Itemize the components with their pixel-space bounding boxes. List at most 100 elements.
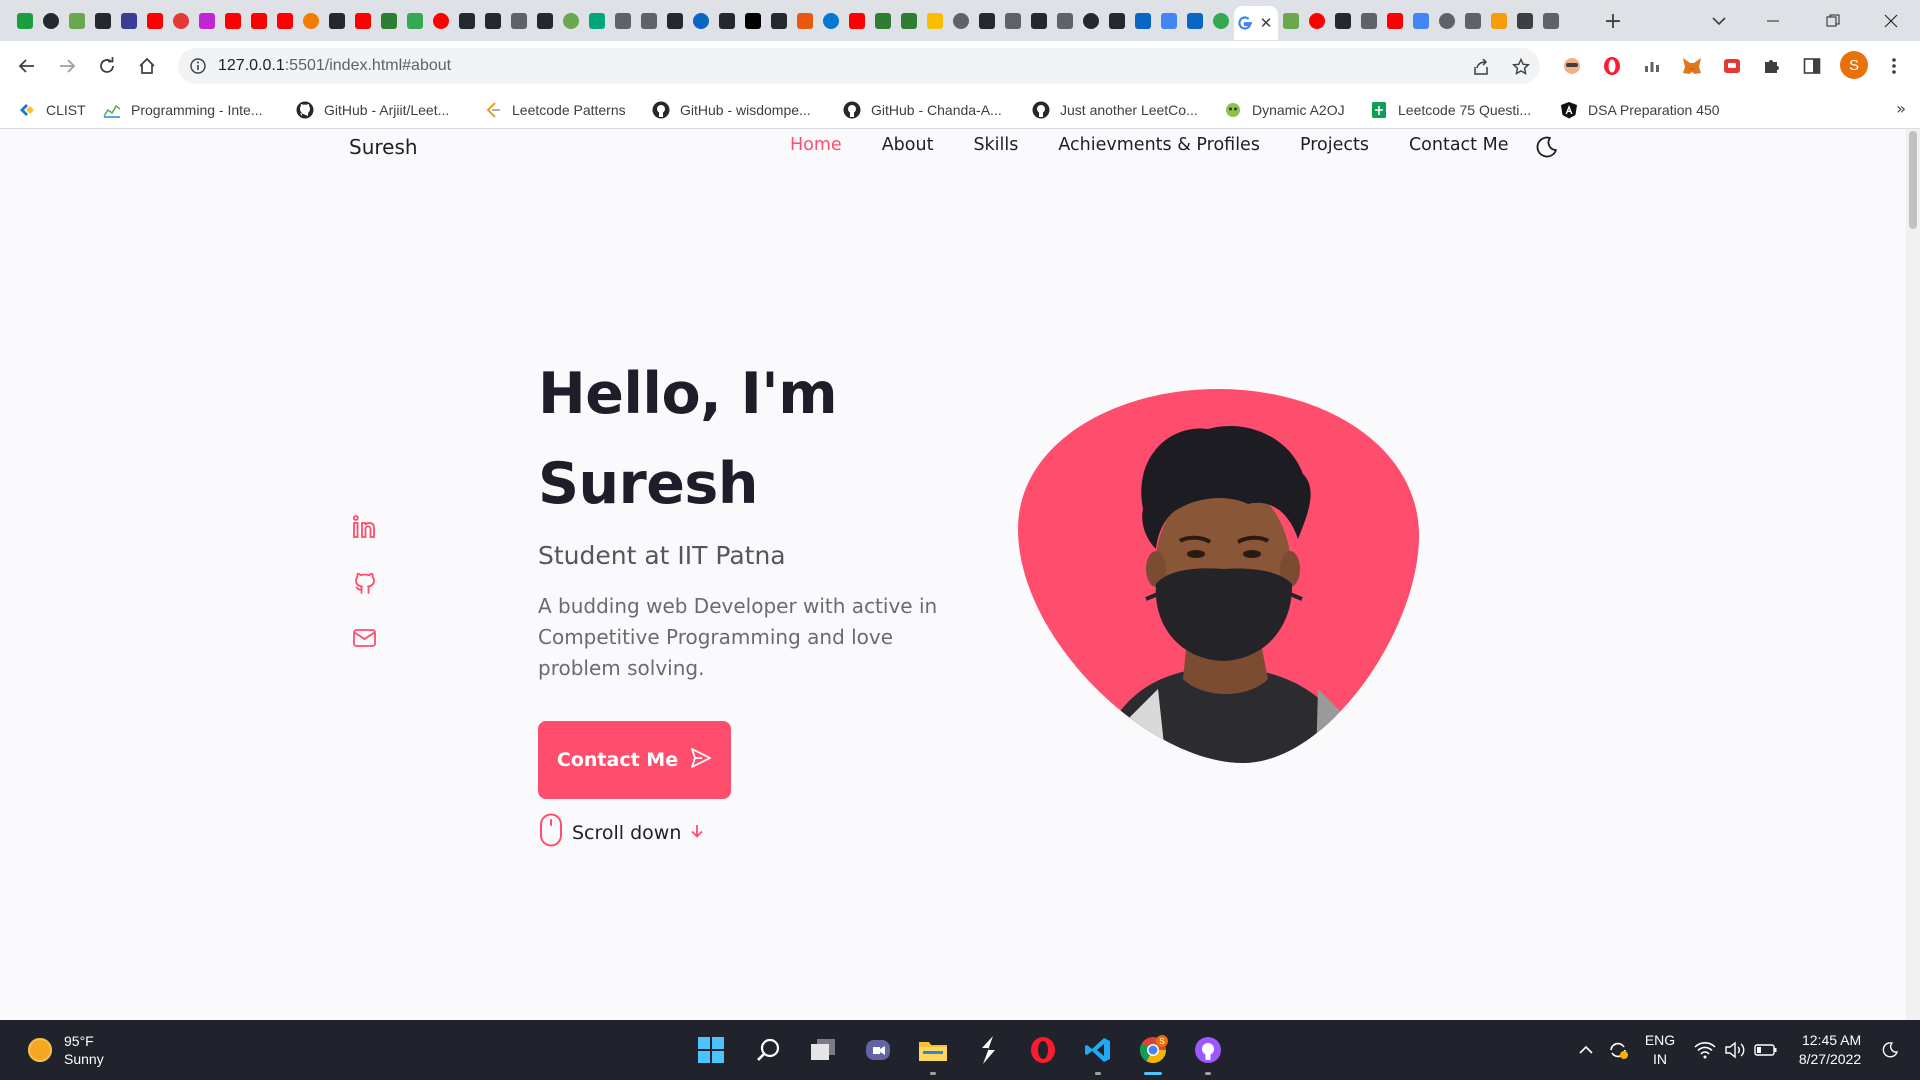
search-icon[interactable]	[752, 1034, 784, 1066]
scrollbar-thumb[interactable]	[1909, 131, 1917, 229]
volume-icon[interactable]	[1722, 1020, 1748, 1080]
browser-tab[interactable]	[428, 6, 454, 36]
browser-tab[interactable]	[740, 6, 766, 36]
bookmark-leetcode-75[interactable]: Leetcode 75 Questi...	[1370, 100, 1531, 120]
browser-tab[interactable]	[168, 6, 194, 36]
opera-extension-icon[interactable]	[1600, 54, 1624, 78]
mail-icon[interactable]	[352, 627, 378, 653]
github-social-icon[interactable]	[352, 570, 378, 600]
active-tab[interactable]: ✕	[1234, 6, 1278, 40]
browser-tab[interactable]	[714, 6, 740, 36]
extensions-puzzle-icon[interactable]	[1760, 54, 1784, 78]
browser-tab[interactable]	[350, 6, 376, 36]
nav-home[interactable]: Home	[790, 135, 842, 155]
browser-tab[interactable]	[1434, 6, 1460, 36]
browser-tab[interactable]	[298, 6, 324, 36]
browser-tab[interactable]	[272, 6, 298, 36]
bookmark-just-another-leetcode[interactable]: Just another LeetCo...	[1032, 100, 1198, 120]
linkedin-icon[interactable]	[352, 514, 378, 544]
browser-tab[interactable]	[142, 6, 168, 36]
language-indicator[interactable]: ENG IN	[1640, 1020, 1680, 1080]
browser-tab[interactable]	[324, 6, 350, 36]
browser-tab[interactable]	[506, 6, 532, 36]
browser-tab[interactable]	[1356, 6, 1382, 36]
tab-search-button[interactable]	[1706, 8, 1732, 34]
vscode-icon[interactable]	[1082, 1034, 1114, 1066]
battery-icon[interactable]	[1752, 1020, 1780, 1080]
bookmark-clist[interactable]: CLIST	[18, 100, 86, 120]
browser-tab[interactable]	[1078, 6, 1104, 36]
minimize-button[interactable]	[1744, 0, 1802, 41]
nav-about[interactable]: About	[882, 135, 934, 155]
browser-tab[interactable]	[116, 6, 142, 36]
browser-tab[interactable]	[64, 6, 90, 36]
browser-tab[interactable]	[870, 6, 896, 36]
close-window-button[interactable]	[1862, 0, 1920, 41]
browser-tab[interactable]	[922, 6, 948, 36]
browser-menu-icon[interactable]	[1882, 54, 1906, 78]
reload-button[interactable]	[91, 50, 123, 82]
file-explorer-icon[interactable]	[917, 1034, 949, 1066]
page-scrollbar[interactable]	[1906, 129, 1920, 1020]
system-clock[interactable]: 12:45 AM 8/27/2022	[1790, 1020, 1870, 1080]
weather-widget[interactable]: 95°F Sunny	[28, 1032, 104, 1068]
browser-tab[interactable]	[1026, 6, 1052, 36]
scroll-down-link[interactable]: Scroll down	[538, 813, 705, 852]
start-windows-icon[interactable]	[695, 1034, 727, 1066]
browser-tab[interactable]	[246, 6, 272, 36]
back-button[interactable]	[11, 50, 43, 82]
browser-tab[interactable]	[1382, 6, 1408, 36]
browser-tab[interactable]	[376, 6, 402, 36]
browser-tab[interactable]	[12, 6, 38, 36]
site-logo[interactable]: Suresh	[349, 135, 418, 159]
red-extension-icon[interactable]	[1720, 54, 1744, 78]
address-bar[interactable]: 127.0.0.1:5501/index.html#about	[178, 48, 1540, 84]
browser-tab[interactable]	[220, 6, 246, 36]
browser-tab[interactable]	[1486, 6, 1512, 36]
browser-tab[interactable]	[844, 6, 870, 36]
browser-tab[interactable]	[1330, 6, 1356, 36]
github-desktop-icon[interactable]	[1192, 1034, 1224, 1066]
nav-skills[interactable]: Skills	[973, 135, 1018, 155]
browser-tab[interactable]	[1130, 6, 1156, 36]
site-info-icon[interactable]	[188, 56, 208, 76]
nav-contact[interactable]: Contact Me	[1409, 135, 1509, 155]
browser-tab[interactable]	[194, 6, 220, 36]
browser-tab[interactable]	[1052, 6, 1078, 36]
bookmark-dynamic-a2oj[interactable]: Dynamic A2OJ	[1224, 100, 1345, 120]
browser-tab[interactable]	[1156, 6, 1182, 36]
browser-tab[interactable]	[948, 6, 974, 36]
bookmark-dsa-450[interactable]: DSA Preparation 450	[1560, 100, 1720, 120]
task-view-icon[interactable]	[807, 1034, 839, 1066]
extension-face-icon[interactable]	[1560, 54, 1584, 78]
browser-tab[interactable]	[1460, 6, 1486, 36]
browser-tab[interactable]	[558, 6, 584, 36]
forward-button[interactable]	[51, 50, 83, 82]
app-s-icon[interactable]	[972, 1034, 1004, 1066]
restore-button[interactable]	[1804, 0, 1862, 41]
browser-tab[interactable]	[584, 6, 610, 36]
bookmark-programming[interactable]: Programming - Inte...	[103, 100, 263, 120]
opera-icon[interactable]	[1027, 1034, 1059, 1066]
side-panel-icon[interactable]	[1800, 54, 1824, 78]
browser-tab[interactable]	[662, 6, 688, 36]
bookmark-github-arjiit[interactable]: GitHub - Arjiit/Leet...	[296, 100, 449, 120]
browser-tab[interactable]	[38, 6, 64, 36]
bookmark-github-chanda[interactable]: GitHub - Chanda-A...	[843, 100, 1002, 120]
moon-icon[interactable]	[1534, 134, 1560, 160]
bookmark-github-wisdompe[interactable]: GitHub - wisdompe...	[652, 100, 811, 120]
browser-tab[interactable]	[610, 6, 636, 36]
teams-chat-icon[interactable]	[862, 1034, 894, 1066]
browser-tab[interactable]	[1538, 6, 1564, 36]
stats-extension-icon[interactable]	[1640, 54, 1664, 78]
browser-tab[interactable]	[766, 6, 792, 36]
browser-tab[interactable]	[1208, 6, 1234, 36]
browser-tab[interactable]	[1512, 6, 1538, 36]
browser-tab[interactable]	[480, 6, 506, 36]
browser-tab[interactable]	[1104, 6, 1130, 36]
chrome-icon[interactable]: S	[1137, 1034, 1169, 1066]
home-button[interactable]	[131, 50, 163, 82]
browser-tab[interactable]	[1278, 6, 1304, 36]
focus-moon-icon[interactable]	[1876, 1020, 1904, 1080]
share-icon[interactable]	[1470, 56, 1492, 78]
